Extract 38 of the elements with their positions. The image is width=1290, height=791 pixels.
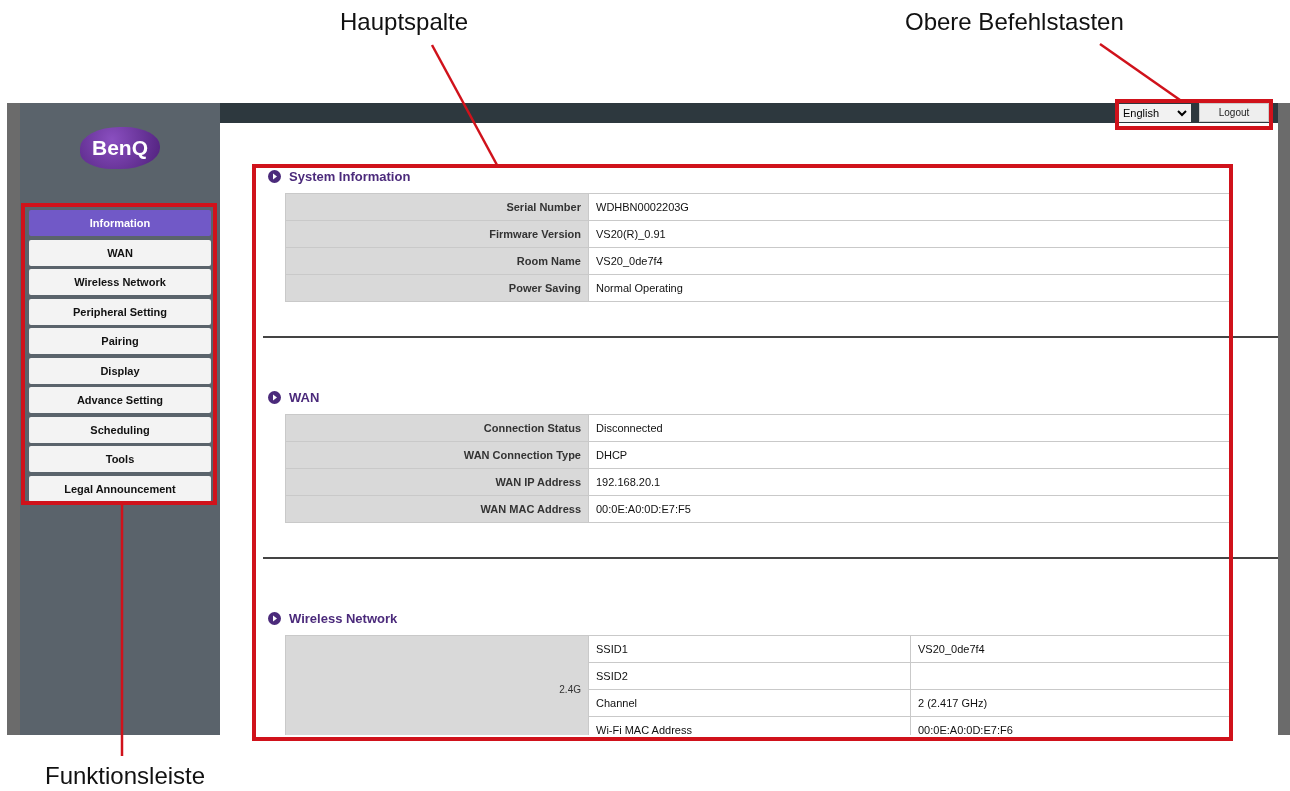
table-cell: Room Name <box>285 247 589 275</box>
table-cell: Connection Status <box>285 414 589 442</box>
callout-label: Funktionsleiste <box>45 762 206 790</box>
play-circle-icon <box>268 169 281 183</box>
sidebar-item[interactable]: Wireless Network <box>29 269 211 295</box>
table-cell: Power Saving <box>285 274 589 302</box>
sidebar-item[interactable]: Legal Announcement <box>29 475 211 502</box>
sidebar-item[interactable]: WAN <box>29 239 211 266</box>
logo: BenQ <box>80 127 160 169</box>
section-title: Wireless Network <box>289 610 398 626</box>
callout-label: Obere Befehlstasten <box>905 8 1124 36</box>
play-circle-icon <box>268 390 281 404</box>
table-cell: WAN Connection Type <box>285 441 589 469</box>
table-cell: Serial Number <box>285 193 589 221</box>
table-cell: WAN MAC Address <box>285 495 589 523</box>
table-cell: SSID2 <box>588 662 911 690</box>
chevron-down-icon <box>1177 109 1187 117</box>
table-cell: Disconnected <box>588 414 1231 442</box>
table-cell: VS20_0de7f4 <box>910 635 1231 663</box>
sidebar-item[interactable]: Display <box>29 357 211 384</box>
callout-label: Hauptspalte <box>340 8 469 36</box>
table-cell: Firmware Version <box>285 220 589 248</box>
table-cell: 2.4G <box>285 635 589 735</box>
section-title: System Information <box>289 168 411 184</box>
sidebar-item[interactable]: Information <box>29 210 211 236</box>
sidebar-item[interactable]: Pairing <box>29 328 211 354</box>
table-cell: SSID1 <box>588 635 911 663</box>
section-title: WAN <box>289 389 320 405</box>
sidebar-item[interactable]: Peripheral Setting <box>29 298 211 325</box>
language-select[interactable]: English <box>1119 104 1191 122</box>
table-cell: WDHBN0002203G <box>588 193 1231 221</box>
sidebar-item[interactable]: Advance Setting <box>29 387 211 413</box>
sidebar-item[interactable]: Tools <box>29 446 211 472</box>
play-circle-icon <box>268 611 281 625</box>
table-cell: Channel <box>588 689 911 717</box>
sidebar-item[interactable]: Scheduling <box>29 416 211 443</box>
table-cell: WAN IP Address <box>285 468 589 496</box>
logout-button[interactable]: Logout <box>1199 103 1269 122</box>
